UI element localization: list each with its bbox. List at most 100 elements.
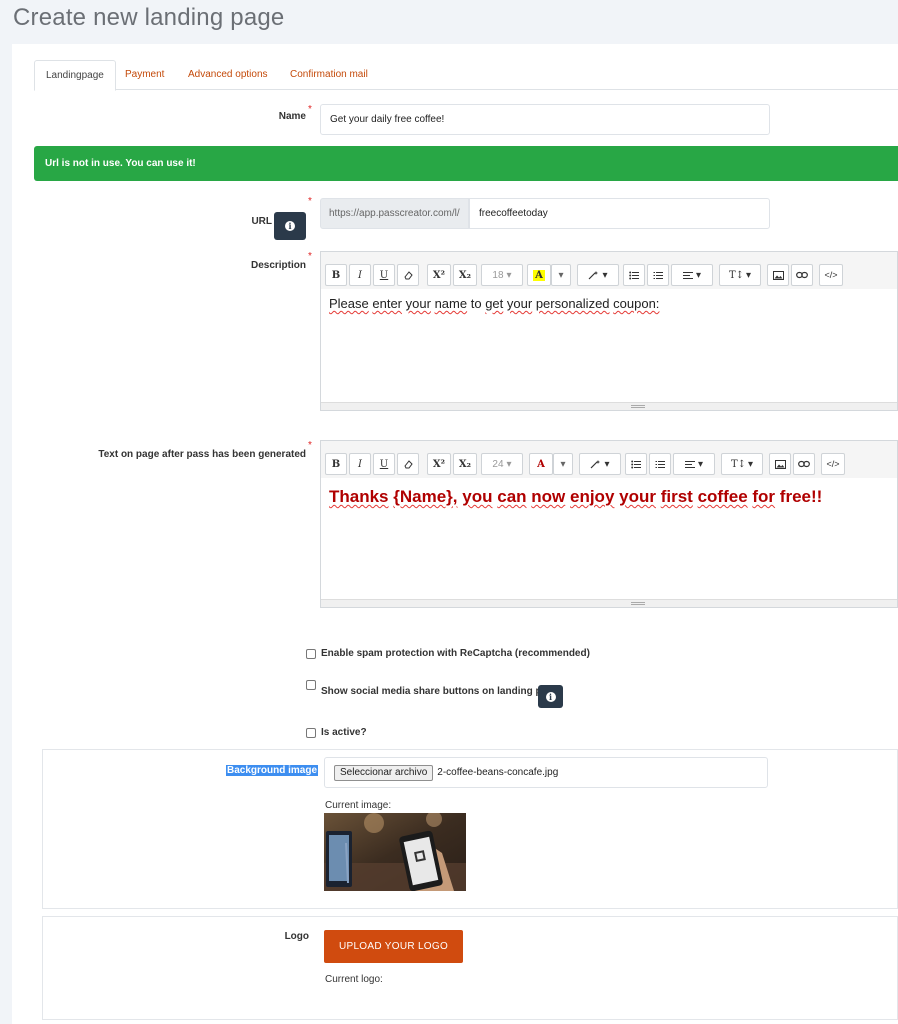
tab-payment[interactable]: Payment [114, 60, 175, 90]
required-mark: * [308, 440, 312, 451]
description-word: Please [329, 296, 369, 311]
description-toolbar: B I U X² X₂ 18 ▾ A ▾ ▾ ▾ T↕ ▾ </> [321, 252, 897, 289]
eraser-icon [404, 271, 413, 280]
eraser-button[interactable] [397, 264, 419, 286]
after-pass-resize-handle[interactable] [321, 599, 897, 607]
description-resize-handle[interactable] [321, 402, 897, 410]
insert-image-button[interactable] [767, 264, 789, 286]
ordered-list-button[interactable] [647, 264, 669, 286]
font-color-dropdown[interactable]: ▾ [553, 453, 573, 475]
social-share-option[interactable]: Show social media share buttons on landi… [306, 680, 559, 697]
paragraph-button[interactable]: ▾ [673, 453, 715, 475]
chevron-down-icon: ▾ [604, 458, 610, 470]
italic-button[interactable]: I [349, 264, 371, 286]
description-word: get [485, 296, 504, 311]
after-pass-word: {Name}, [393, 487, 458, 506]
url-available-alert: Url is not in use. You can use it! [34, 146, 898, 181]
image-icon [772, 270, 784, 280]
font-size-select[interactable]: 18 ▾ [481, 264, 523, 286]
text-height-icon: T↕ [730, 458, 747, 470]
after-pass-content[interactable]: Thanks {Name}, you can now enjoy your fi… [329, 487, 889, 507]
insert-link-button[interactable] [793, 453, 815, 475]
after-pass-word: enjoy [570, 487, 615, 506]
is-active-option[interactable]: Is active? [306, 727, 367, 738]
style-button[interactable]: ▾ [579, 453, 621, 475]
info-icon: i [285, 221, 295, 231]
social-share-checkbox[interactable] [306, 680, 316, 690]
chevron-down-icon: ▾ [560, 458, 566, 470]
bold-button[interactable]: B [325, 264, 347, 286]
background-file-input[interactable]: Seleccionar archivo 2-coffee-beans-conca… [324, 757, 768, 788]
chevron-down-icon: ▾ [558, 269, 564, 281]
is-active-label: Is active? [321, 727, 367, 738]
tab-advanced-options[interactable]: Advanced options [177, 60, 279, 90]
code-view-button[interactable]: </> [821, 453, 845, 475]
underline-button[interactable]: U [373, 453, 395, 475]
after-pass-word: coffee [697, 487, 748, 506]
insert-image-button[interactable] [769, 453, 791, 475]
bold-button[interactable]: B [325, 453, 347, 475]
unordered-list-button[interactable] [625, 453, 647, 475]
font-color-icon: A [533, 269, 545, 281]
chevron-down-icon: ▾ [746, 269, 752, 281]
is-active-checkbox[interactable] [306, 727, 316, 738]
background-image-label: Background image [226, 765, 319, 776]
tab-confirmation-mail[interactable]: Confirmation mail [279, 60, 379, 90]
selected-file-name: 2-coffee-beans-concafe.jpg [437, 767, 559, 778]
upload-logo-button[interactable]: UPLOAD YOUR LOGO [324, 930, 463, 963]
style-button[interactable]: ▾ [577, 264, 619, 286]
name-input[interactable]: Get your daily free coffee! [320, 104, 770, 135]
font-color-dropdown[interactable]: ▾ [551, 264, 571, 286]
superscript-button[interactable]: X² [427, 453, 451, 475]
url-info-button[interactable]: i [274, 212, 306, 240]
description-word: your [506, 296, 533, 311]
insert-link-button[interactable] [791, 264, 813, 286]
numbered-list-icon [653, 271, 663, 279]
recaptcha-option[interactable]: Enable spam protection with ReCaptcha (r… [306, 648, 590, 659]
font-color-button[interactable]: A [527, 264, 551, 286]
description-content[interactable]: Please enter your name to get your perso… [329, 296, 889, 311]
chevron-down-icon: ▾ [506, 458, 512, 470]
grip-icon [631, 602, 645, 605]
name-label: Name [278, 111, 306, 122]
after-pass-word: free!! [779, 487, 823, 506]
current-image-label: Current image: [325, 800, 392, 811]
url-prefix: https://app.passcreator.com/l/ [320, 198, 469, 229]
main-panel: Landingpage Payment Advanced options Con… [12, 44, 898, 1024]
code-icon: </> [826, 459, 840, 469]
text-height-icon: T↕ [728, 269, 745, 281]
recaptcha-checkbox[interactable] [306, 648, 316, 659]
after-pass-word: you [462, 487, 493, 506]
bullet-list-icon [631, 460, 641, 468]
underline-button[interactable]: U [373, 264, 395, 286]
font-size-select[interactable]: 24 ▾ [481, 453, 523, 475]
link-icon [796, 271, 808, 279]
italic-button[interactable]: I [349, 453, 371, 475]
url-input[interactable]: freecoffeetoday [469, 198, 770, 229]
ordered-list-button[interactable] [649, 453, 671, 475]
description-word: your [405, 296, 431, 311]
code-view-button[interactable]: </> [819, 264, 843, 286]
font-color-button[interactable]: A [529, 453, 553, 475]
current-image-thumbnail [324, 813, 466, 891]
superscript-button[interactable]: X² [427, 264, 451, 286]
chevron-down-icon: ▾ [695, 269, 702, 281]
subscript-button[interactable]: X₂ [453, 453, 477, 475]
unordered-list-button[interactable] [623, 264, 645, 286]
social-info-button[interactable]: i [538, 685, 563, 708]
url-label: URL [251, 216, 272, 227]
recaptcha-label: Enable spam protection with ReCaptcha (r… [321, 648, 590, 659]
chevron-down-icon: ▾ [697, 458, 704, 470]
chevron-down-icon: ▾ [506, 269, 512, 281]
info-icon: i [545, 691, 556, 702]
numbered-list-icon [655, 460, 665, 468]
line-height-button[interactable]: T↕ ▾ [719, 264, 761, 286]
description-word: personalized [535, 296, 610, 311]
tab-landingpage[interactable]: Landingpage [34, 60, 116, 91]
subscript-button[interactable]: X₂ [453, 264, 477, 286]
choose-file-button[interactable]: Seleccionar archivo [334, 764, 434, 781]
line-height-button[interactable]: T↕ ▾ [721, 453, 763, 475]
after-pass-toolbar: B I U X² X₂ 24 ▾ A ▾ ▾ ▾ T↕ ▾ </> [321, 441, 897, 478]
eraser-button[interactable] [397, 453, 419, 475]
paragraph-button[interactable]: ▾ [671, 264, 713, 286]
